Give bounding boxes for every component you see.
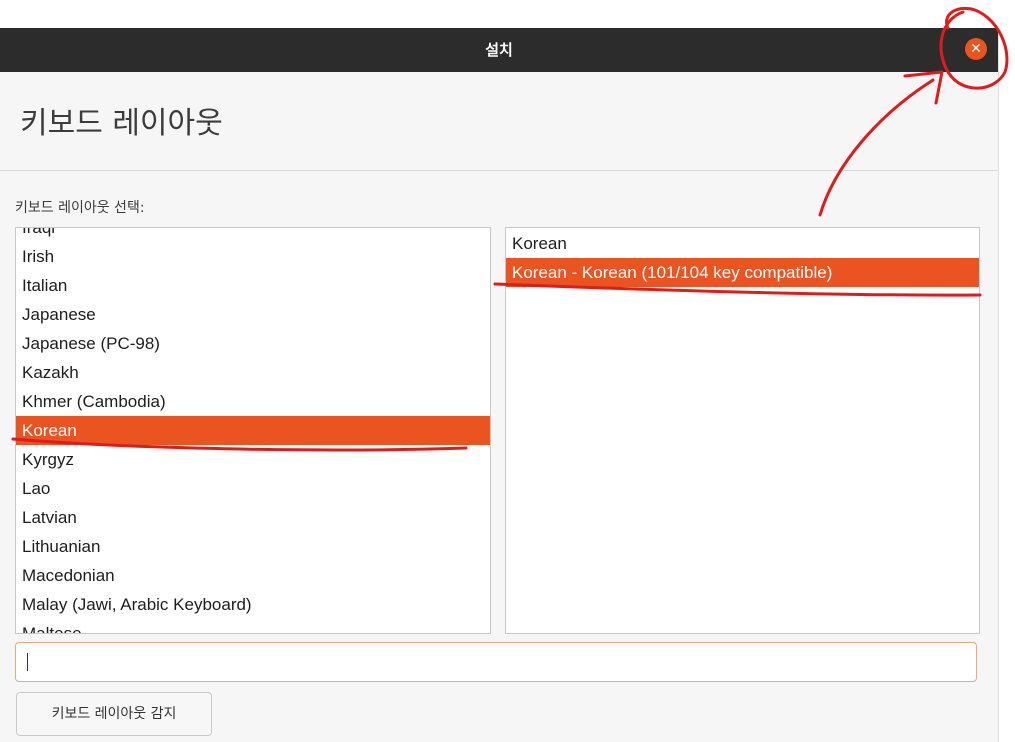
variant-list-item[interactable]: Korean - Korean (101/104 key compatible) bbox=[506, 258, 979, 287]
page-title: 키보드 레이아웃 bbox=[20, 106, 223, 141]
layout-list-item[interactable]: Japanese bbox=[16, 300, 490, 329]
layout-list-item[interactable]: Maltese bbox=[16, 619, 490, 633]
window-title: 설치 bbox=[485, 41, 513, 59]
layout-list-item[interactable]: Irish bbox=[16, 242, 490, 271]
layout-select-label: 키보드 레이아웃 선택: bbox=[15, 200, 145, 216]
detect-layout-button[interactable]: 키보드 레이아웃 감지 bbox=[16, 692, 212, 736]
layout-list[interactable]: Iraqi Irish Italian Japanese Japanese (PC-98… bbox=[15, 227, 491, 634]
text-caret bbox=[27, 653, 28, 671]
layout-list-item[interactable]: Khmer (Cambodia) bbox=[16, 387, 490, 416]
layout-test-input[interactable] bbox=[15, 642, 977, 682]
layout-list-item[interactable]: Iraqi bbox=[16, 228, 490, 242]
layout-list-item[interactable]: Latvian bbox=[16, 503, 490, 532]
variant-list-items: Korean Korean - Korean (101/104 key compa… bbox=[506, 229, 979, 287]
layout-list-item[interactable]: Lithuanian bbox=[16, 532, 490, 561]
layout-list-item[interactable]: Lao bbox=[16, 474, 490, 503]
layout-list-item[interactable]: Korean bbox=[16, 416, 490, 445]
variant-list[interactable]: Korean Korean - Korean (101/104 key compa… bbox=[505, 227, 980, 634]
layout-list-item[interactable]: Kazakh bbox=[16, 358, 490, 387]
layout-list-item[interactable]: Italian bbox=[16, 271, 490, 300]
layout-list-items: Iraqi Irish Italian Japanese Japanese (PC-98… bbox=[16, 228, 490, 633]
close-button[interactable]: ✕ bbox=[965, 38, 987, 60]
close-icon: ✕ bbox=[970, 41, 982, 57]
title-bar: 설치 bbox=[0, 28, 998, 72]
variant-list-item[interactable]: Korean bbox=[506, 229, 979, 258]
header-divider bbox=[0, 170, 998, 171]
layout-list-item[interactable]: Macedonian bbox=[16, 561, 490, 590]
layout-list-item[interactable]: Japanese (PC-98) bbox=[16, 329, 490, 358]
layout-list-item[interactable]: Malay (Jawi, Arabic Keyboard) bbox=[16, 590, 490, 619]
layout-list-item[interactable]: Kyrgyz bbox=[16, 445, 490, 474]
